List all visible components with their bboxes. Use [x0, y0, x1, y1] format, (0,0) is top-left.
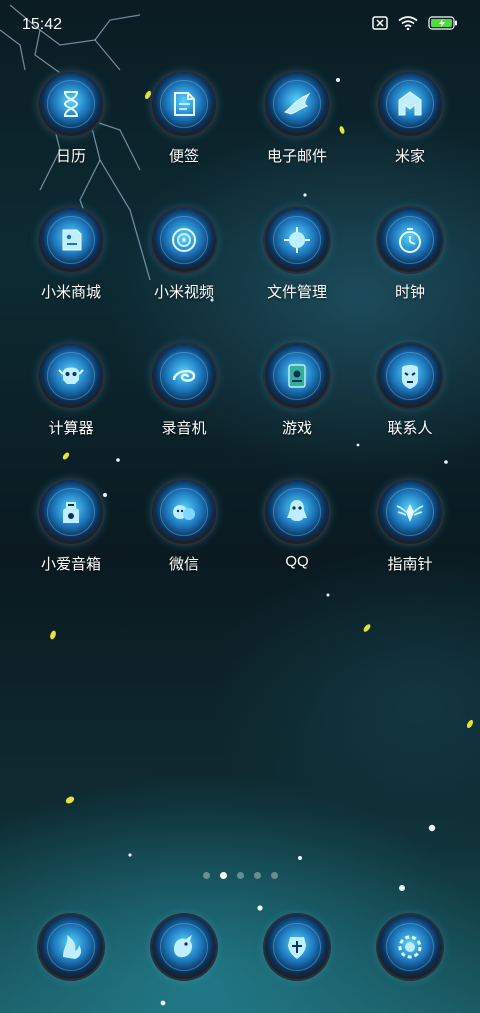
- app-label-contacts: 联系人: [387, 420, 433, 437]
- app-wechat[interactable]: 微信: [129, 480, 239, 574]
- app-email[interactable]: 电子邮件: [242, 72, 352, 166]
- dock-app-browser[interactable]: [242, 915, 352, 979]
- app-label-mi-video: 小米视频: [153, 284, 214, 301]
- wing-mail-icon: [265, 72, 329, 136]
- app-mi-video[interactable]: 小米视频: [129, 208, 239, 302]
- mi-home-icon: [378, 72, 442, 136]
- page-indicator: [0, 872, 480, 879]
- battery-charging-icon: [428, 16, 457, 30]
- dock: [0, 915, 480, 985]
- phone-flame-icon: [39, 915, 103, 979]
- message-bird-icon: [152, 915, 216, 979]
- app-xiaoai-speaker[interactable]: 小爱音箱: [16, 480, 126, 574]
- dock-app-messages[interactable]: [129, 915, 239, 979]
- mask-icon: [378, 344, 442, 408]
- compass-wings-icon: [378, 480, 442, 544]
- camera-gear-icon: [378, 915, 442, 979]
- app-compass[interactable]: 指南针: [355, 480, 465, 574]
- page-dot[interactable]: [270, 872, 278, 879]
- app-label-notes: 便签: [168, 148, 199, 165]
- app-file-manager[interactable]: 文件管理: [242, 208, 352, 302]
- qq-penguin-icon: [265, 480, 329, 544]
- app-notes[interactable]: 便签: [129, 72, 239, 166]
- app-calendar[interactable]: 日历: [16, 72, 126, 166]
- dock-app-camera[interactable]: [355, 915, 465, 979]
- app-label-calendar: 日历: [55, 148, 86, 165]
- app-mi-store[interactable]: 小米商城: [16, 208, 126, 302]
- app-qq[interactable]: QQ: [242, 480, 352, 570]
- app-recorder[interactable]: 录音机: [129, 344, 239, 438]
- speaker-knight-icon: [39, 480, 103, 544]
- app-label-file-manager: 文件管理: [266, 284, 327, 301]
- stopwatch-icon: [378, 208, 442, 272]
- file-orb-icon: [265, 208, 329, 272]
- hourglass-icon: [39, 72, 103, 136]
- dock-app-phone[interactable]: [16, 915, 126, 979]
- video-vortex-icon: [152, 208, 216, 272]
- page-dot-active[interactable]: [219, 872, 227, 879]
- recorder-swirl-icon: [152, 344, 216, 408]
- status-time: 15:42: [22, 16, 63, 33]
- wifi-icon: [398, 16, 418, 30]
- calculator-skull-icon: [39, 344, 103, 408]
- app-label-calculator: 计算器: [48, 420, 94, 437]
- app-label-clock: 时钟: [394, 284, 425, 301]
- page-dot[interactable]: [253, 872, 261, 879]
- app-label-games: 游戏: [281, 420, 312, 437]
- app-label-email: 电子邮件: [266, 148, 327, 165]
- app-label-mihome: 米家: [394, 148, 425, 165]
- note-icon: [152, 72, 216, 136]
- app-clock[interactable]: 时钟: [355, 208, 465, 302]
- wechat-orb-icon: [152, 480, 216, 544]
- shop-tag-icon: [39, 208, 103, 272]
- app-label-recorder: 录音机: [161, 420, 207, 437]
- app-label-xiaoai-speaker: 小爱音箱: [40, 556, 101, 573]
- app-label-wechat: 微信: [168, 556, 199, 573]
- app-label-compass: 指南针: [387, 556, 433, 573]
- sim-off-icon: [372, 16, 388, 30]
- browser-shield-icon: [265, 915, 329, 979]
- app-label-mi-store: 小米商城: [40, 284, 101, 301]
- app-calculator[interactable]: 计算器: [16, 344, 126, 438]
- game-card-icon: [265, 344, 329, 408]
- status-bar: 15:42: [0, 0, 480, 52]
- app-games[interactable]: 游戏: [242, 344, 352, 438]
- page-dot[interactable]: [202, 872, 210, 879]
- app-contacts[interactable]: 联系人: [355, 344, 465, 438]
- app-mihome[interactable]: 米家: [355, 72, 465, 166]
- status-icons: [372, 16, 458, 30]
- app-label-qq: QQ: [285, 553, 309, 570]
- page-dot[interactable]: [236, 872, 244, 879]
